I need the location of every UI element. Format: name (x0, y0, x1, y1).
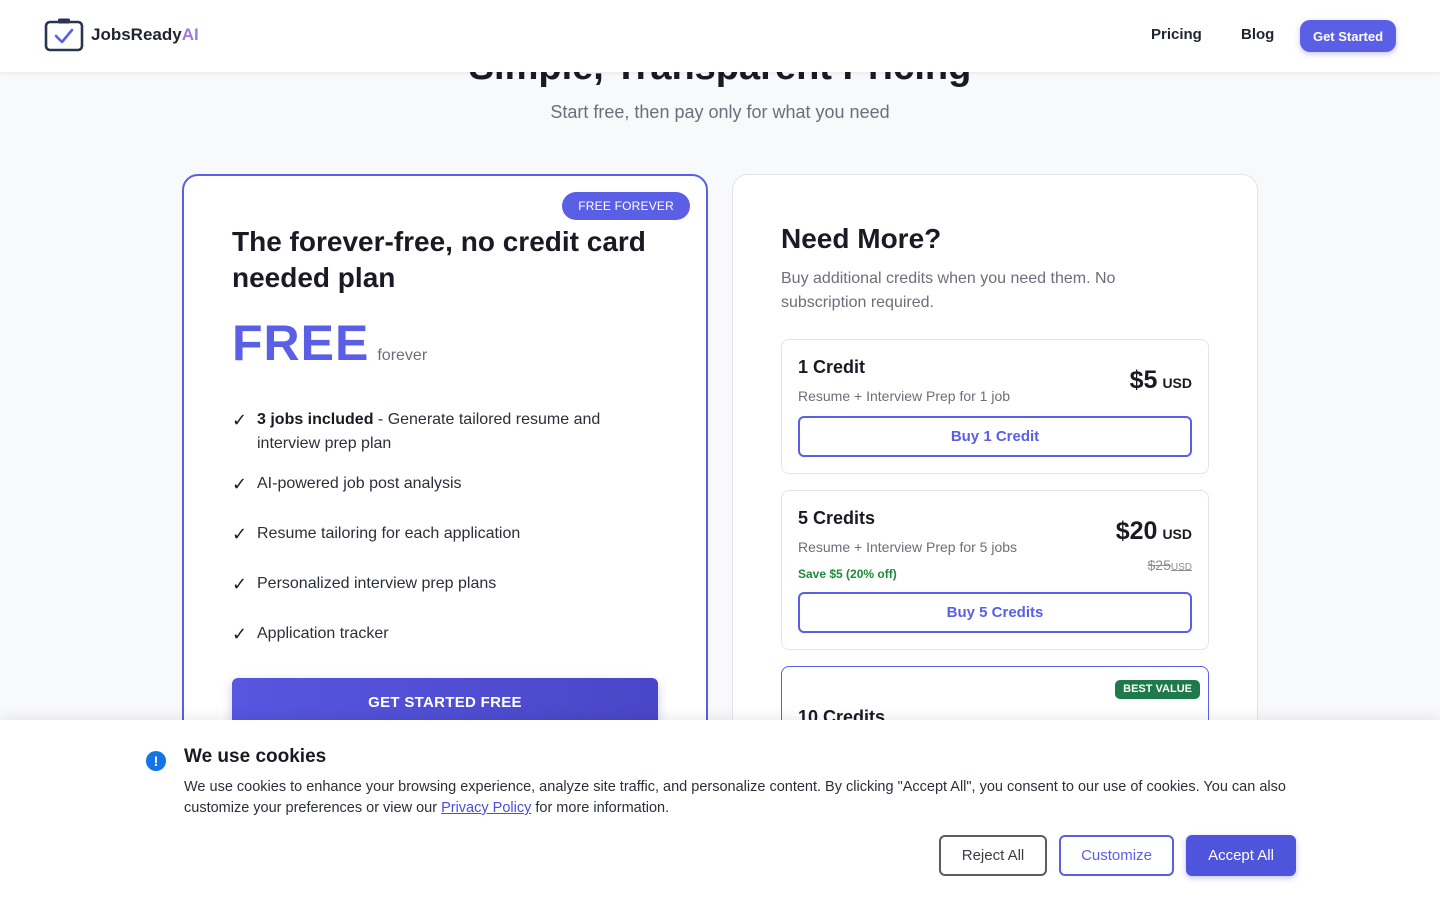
logo-text: JobsReadyAI (91, 25, 199, 44)
credits-heading: Need More? (781, 223, 942, 254)
feature-text: Personalized interview prep plans (257, 575, 497, 592)
credit-pack-description: Resume + Interview Prep for 5 jobs (798, 539, 1018, 555)
free-forever-badge: FREE FOREVER (562, 192, 690, 220)
price-period: forever (377, 347, 428, 364)
logo-link[interactable]: JobsReadyAI (44, 18, 199, 52)
free-price: FREE forever (232, 314, 427, 372)
credit-pack-price: $5 USD (1130, 366, 1192, 395)
nav-blog-link[interactable]: Blog (1241, 26, 1274, 43)
nav-pricing-link[interactable]: Pricing (1151, 26, 1202, 43)
credit-pack-title: 5 Credits (798, 508, 876, 528)
price-amount: $20 (1115, 517, 1158, 545)
feature-item: ✓ Personalized interview prep plans (232, 570, 652, 598)
free-plan-heading: The forever-free, no credit card needed … (232, 226, 646, 293)
check-icon: ✓ (232, 524, 248, 544)
check-icon: ✓ (232, 474, 248, 494)
price-currency: USD (1162, 375, 1192, 391)
original-price: $25USD (1147, 557, 1192, 573)
check-icon: ✓ (232, 624, 248, 644)
check-icon: ✓ (232, 410, 248, 430)
price-amount: FREE (232, 315, 370, 371)
privacy-policy-link[interactable]: Privacy Policy (441, 800, 531, 816)
credits-card: Need More? Buy additional credits when y… (732, 174, 1258, 786)
accept-all-button[interactable]: Accept All (1186, 835, 1296, 876)
feature-item: ✓ Resume tailoring for each application (232, 520, 652, 548)
reject-all-button[interactable]: Reject All (939, 835, 1047, 876)
get-started-button[interactable]: Get Started (1300, 20, 1396, 52)
price-amount: $5 (1129, 366, 1158, 394)
cookie-banner: ! We use cookies We use cookies to enhan… (0, 720, 1440, 900)
free-plan-card: FREE FOREVER The forever-free, no credit… (182, 174, 708, 774)
savings-note: Save $5 (20% off) (798, 567, 897, 581)
site-header: JobsReadyAI Pricing Blog Get Started (0, 0, 1440, 72)
feature-text: AI-powered job post analysis (257, 475, 462, 492)
feature-text: 3 jobs included - Generate tailored resu… (257, 411, 601, 452)
buy-1-credit-button[interactable]: Buy 1 Credit (798, 416, 1192, 457)
clipboard-check-icon (44, 18, 84, 52)
credits-subtitle: Buy additional credits when you need the… (781, 270, 1116, 311)
price-currency: USD (1162, 526, 1192, 542)
credit-pack-title: 1 Credit (798, 357, 866, 377)
feature-item: ✓ Application tracker (232, 620, 652, 648)
credit-pack-price: $20 USD (1116, 517, 1192, 546)
feature-item: ✓ AI-powered job post analysis (232, 470, 652, 498)
credit-pack-description: Resume + Interview Prep for 1 job (798, 388, 1011, 404)
credit-pack-1: 1 Credit Resume + Interview Prep for 1 j… (781, 339, 1209, 474)
best-value-badge: BEST VALUE (1115, 680, 1200, 699)
feature-item: ✓ 3 jobs included - Generate tailored re… (232, 406, 652, 456)
customize-button[interactable]: Customize (1059, 835, 1174, 876)
feature-text: Application tracker (257, 625, 389, 642)
get-started-free-button[interactable]: GET STARTED FREE (232, 678, 658, 726)
feature-text: Resume tailoring for each application (257, 525, 521, 542)
check-icon: ✓ (232, 574, 248, 594)
cookie-title: We use cookies (184, 746, 327, 767)
info-icon: ! (146, 751, 166, 771)
cookie-message: We use cookies to enhance your browsing … (184, 779, 1286, 816)
credit-pack-5: 5 Credits Resume + Interview Prep for 5 … (781, 490, 1209, 650)
page-subtitle: Start free, then pay only for what you n… (550, 102, 890, 122)
buy-5-credits-button[interactable]: Buy 5 Credits (798, 592, 1192, 633)
